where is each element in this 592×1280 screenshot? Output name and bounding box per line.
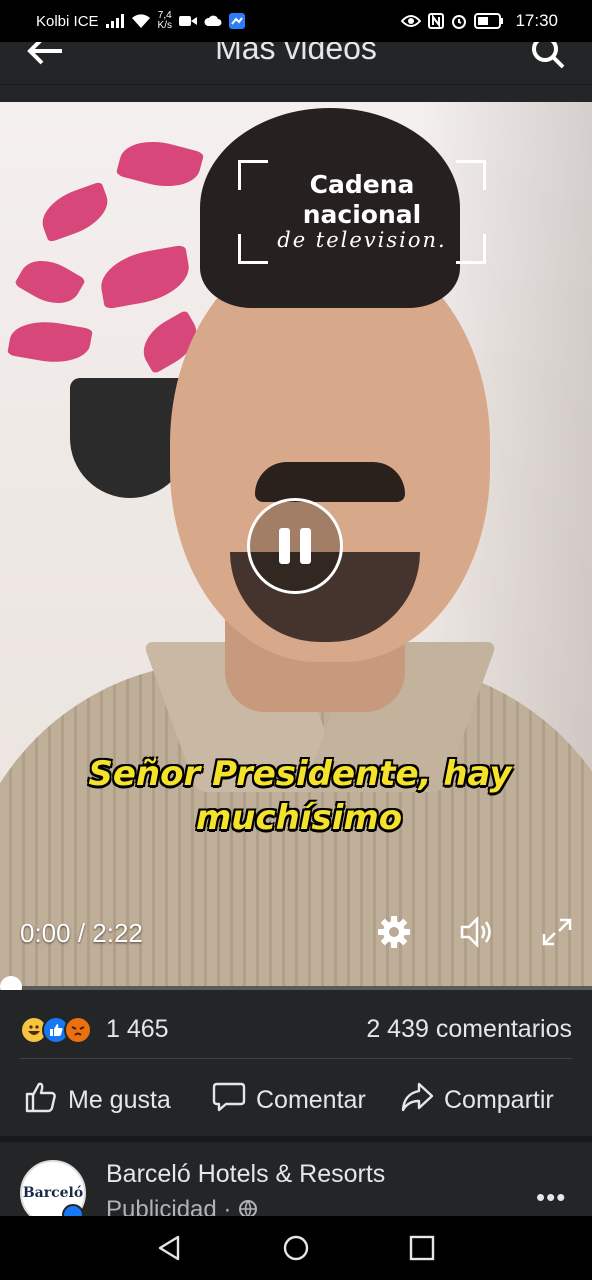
sponsored-label: Publicidad · — [106, 1196, 258, 1216]
volume-icon[interactable] — [458, 914, 496, 955]
app-notification-icon — [228, 13, 245, 29]
thumbs-up-icon — [24, 1080, 58, 1121]
signal-icon — [105, 14, 124, 28]
net-speed: 7,4 K/s — [157, 10, 172, 31]
nav-recents-icon[interactable] — [408, 1234, 436, 1267]
share-button-label: Compartir — [444, 1086, 554, 1114]
advertiser-logo-text: Barceló — [22, 1185, 84, 1201]
comment-bubble-icon — [212, 1080, 246, 1121]
system-navigation-bar — [0, 1216, 592, 1280]
comment-count[interactable]: 2 439 comentarios — [366, 1015, 572, 1044]
reaction-count[interactable]: 1 465 — [106, 1015, 169, 1044]
video-player[interactable]: Cadena nacional de television. Señor Pre… — [0, 102, 592, 990]
globe-icon — [238, 1196, 258, 1216]
plant-leaf — [96, 244, 194, 310]
comment-button-label: Comentar — [256, 1086, 366, 1114]
person-moustache — [255, 462, 405, 502]
like-button-label: Me gusta — [68, 1086, 171, 1114]
pause-icon — [300, 528, 311, 564]
plant-leaf — [7, 315, 93, 369]
share-button[interactable]: Compartir — [400, 1080, 554, 1121]
more-options-button[interactable]: ••• — [536, 1182, 566, 1213]
watermark-line-3: de television. — [277, 228, 447, 252]
fullscreen-icon[interactable] — [542, 914, 572, 955]
plant-leaf — [14, 249, 86, 315]
playback-time: 0:00 / 2:22 — [20, 918, 143, 948]
actions-divider — [20, 1058, 572, 1059]
wifi-icon — [131, 13, 151, 29]
like-button[interactable]: Me gusta — [24, 1080, 171, 1121]
header-divider — [0, 84, 592, 102]
search-icon[interactable] — [530, 42, 566, 75]
video-camera-icon — [178, 15, 197, 27]
channel-watermark: Cadena nacional de television. — [238, 160, 486, 264]
share-arrow-icon — [400, 1080, 434, 1121]
pause-icon — [279, 528, 290, 564]
top-app-bar: Más videos — [0, 42, 592, 84]
nfc-icon — [428, 13, 445, 29]
sponsored-post[interactable]: Barceló Barceló Hotels & Resorts Publici… — [0, 1142, 592, 1216]
clock: 17:30 — [515, 11, 558, 30]
eye-icon — [401, 14, 422, 28]
advertiser-name[interactable]: Barceló Hotels & Resorts — [106, 1160, 385, 1189]
cloud-sync-icon — [204, 14, 222, 28]
watermark-line-1: Cadena — [309, 170, 415, 199]
caption-line-1: Señor Presidente, hay — [88, 754, 512, 794]
angry-reaction-icon — [64, 1016, 92, 1044]
pause-button[interactable] — [247, 498, 343, 594]
nav-back-icon[interactable] — [156, 1234, 184, 1267]
page-title: Más videos — [215, 42, 377, 66]
status-bar: Kolbi ICE 7,4 K/s 17:30 — [0, 0, 592, 42]
battery-icon — [474, 13, 504, 29]
comment-button[interactable]: Comentar — [212, 1080, 366, 1121]
plant-leaf — [35, 181, 115, 243]
plant-leaf — [115, 132, 205, 196]
caption-line-2: muchísimo — [195, 798, 403, 838]
alarm-icon — [451, 13, 467, 29]
nav-home-icon[interactable] — [282, 1234, 310, 1267]
reaction-icons[interactable] — [20, 1016, 92, 1044]
settings-icon[interactable] — [376, 914, 412, 955]
carrier-label: Kolbi ICE — [36, 12, 99, 30]
watermark-line-2: nacional — [302, 200, 422, 229]
